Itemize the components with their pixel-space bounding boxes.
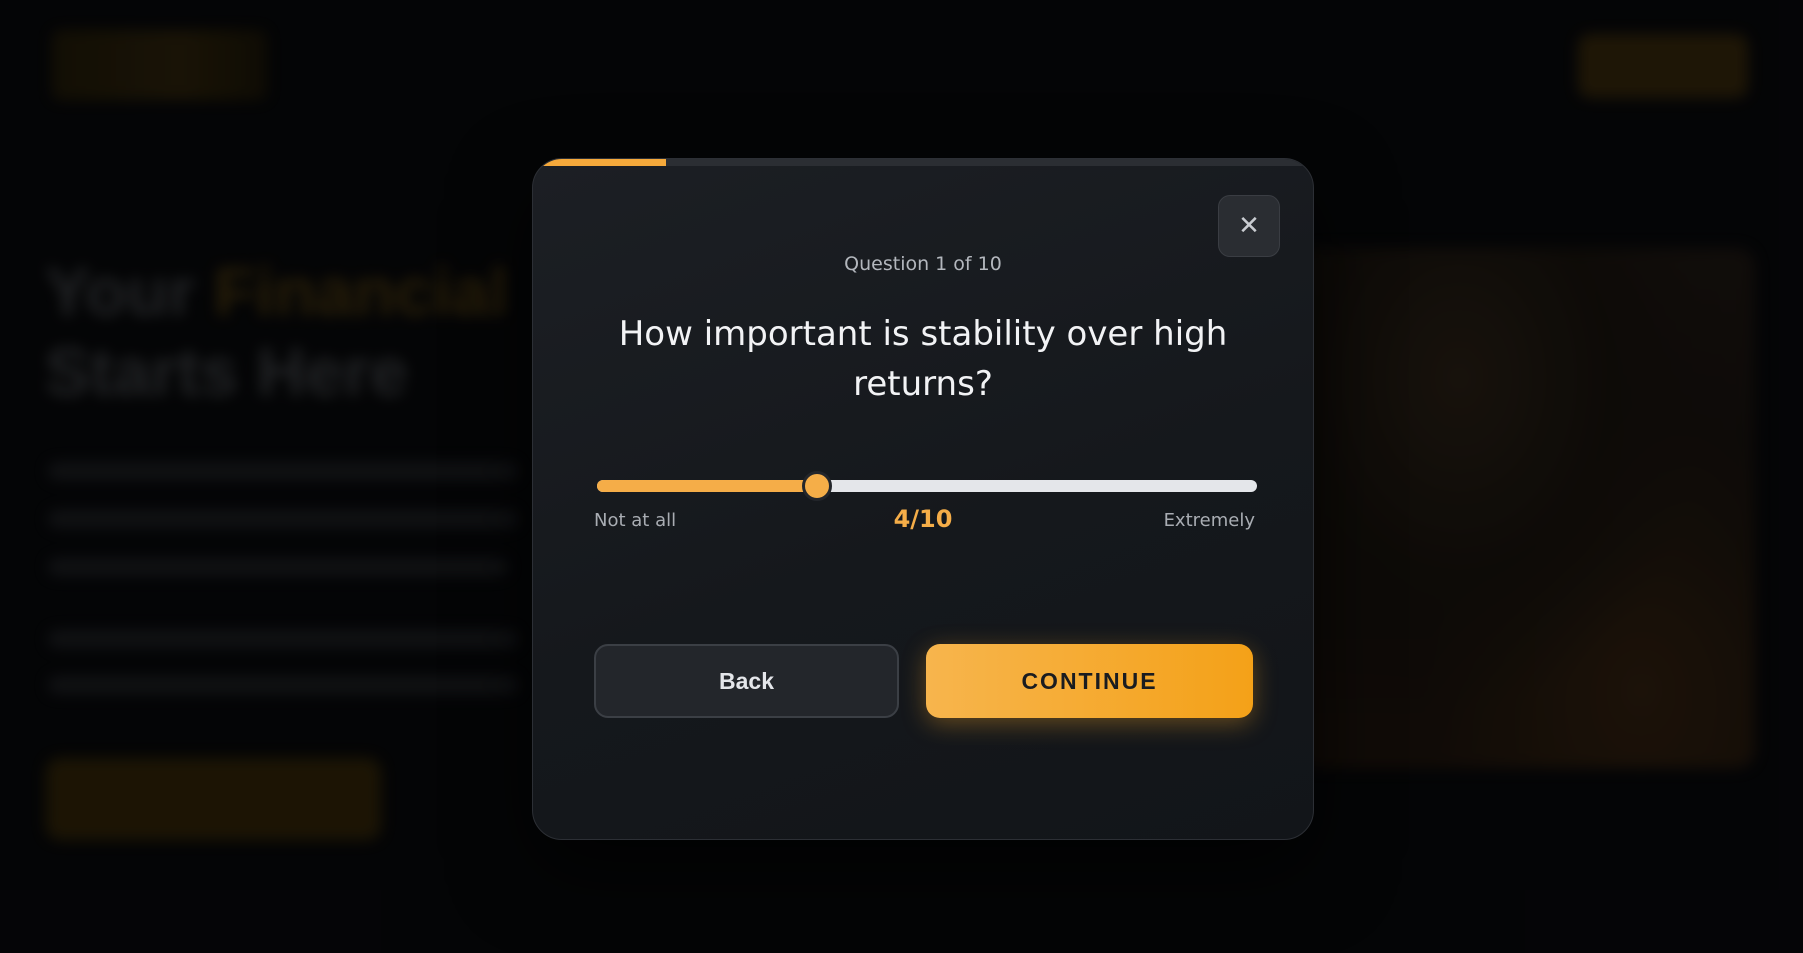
close-button[interactable]: ✕ — [1218, 195, 1280, 257]
back-button[interactable]: Back — [594, 644, 899, 718]
progress-bar — [533, 159, 1313, 166]
slider-fill — [597, 480, 817, 492]
close-icon: ✕ — [1238, 211, 1260, 241]
continue-button[interactable]: CONTINUE — [926, 644, 1253, 718]
quiz-modal: ✕ Question 1 of 10 How important is stab… — [532, 158, 1314, 840]
question-counter: Question 1 of 10 — [844, 253, 1002, 275]
question-text: How important is stability over high ret… — [618, 314, 1228, 404]
importance-slider[interactable] — [597, 471, 1257, 501]
slider-thumb[interactable] — [802, 471, 832, 501]
slider-track[interactable] — [597, 480, 1257, 492]
progress-fill — [533, 159, 666, 166]
slider-max-label: Extremely — [1163, 510, 1255, 531]
